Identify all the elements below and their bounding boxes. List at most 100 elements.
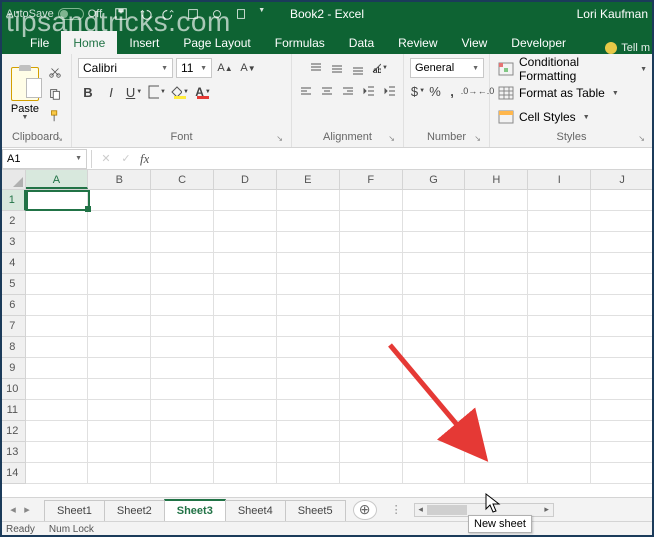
underline-button[interactable]: U▼	[124, 82, 144, 102]
sheet-tab[interactable]: Sheet1	[44, 500, 105, 521]
cell[interactable]	[277, 442, 340, 463]
row-header[interactable]: 14	[0, 463, 26, 484]
scroll-right-icon[interactable]: ▸	[541, 504, 553, 515]
column-header[interactable]: J	[591, 170, 654, 189]
cell[interactable]	[214, 232, 277, 253]
cell[interactable]	[26, 295, 89, 316]
cell[interactable]	[340, 463, 403, 484]
formula-bar-input[interactable]	[149, 149, 654, 169]
column-header[interactable]: D	[214, 170, 277, 189]
cell[interactable]	[151, 190, 214, 211]
cell[interactable]	[340, 400, 403, 421]
tab-formulas[interactable]: Formulas	[263, 31, 337, 54]
cell[interactable]	[403, 421, 466, 442]
cell[interactable]	[465, 232, 528, 253]
column-header[interactable]: G	[403, 170, 466, 189]
cell[interactable]	[340, 295, 403, 316]
cell[interactable]	[88, 316, 151, 337]
format-as-table-button[interactable]: Format as Table▼	[498, 82, 619, 104]
qat-icon[interactable]	[186, 7, 200, 21]
cell[interactable]	[214, 421, 277, 442]
cell[interactable]	[340, 442, 403, 463]
cell[interactable]	[591, 463, 654, 484]
cell[interactable]	[214, 463, 277, 484]
cell[interactable]	[26, 400, 89, 421]
percent-format-icon[interactable]: %	[427, 81, 443, 101]
name-box[interactable]: A1▼	[2, 149, 87, 169]
row-header[interactable]: 11	[0, 400, 26, 421]
cell[interactable]	[528, 316, 591, 337]
cell[interactable]	[277, 232, 340, 253]
column-header[interactable]: B	[88, 170, 151, 189]
comma-format-icon[interactable]: ,	[444, 81, 460, 101]
tab-review[interactable]: Review	[386, 31, 449, 54]
cell[interactable]	[528, 211, 591, 232]
format-painter-icon[interactable]	[46, 107, 64, 125]
cell[interactable]	[403, 190, 466, 211]
cell[interactable]	[591, 253, 654, 274]
cell[interactable]	[528, 190, 591, 211]
scroll-left-icon[interactable]: ◂	[415, 504, 427, 515]
cell[interactable]	[465, 316, 528, 337]
cell[interactable]	[88, 211, 151, 232]
cell[interactable]	[591, 295, 654, 316]
cell[interactable]	[403, 232, 466, 253]
cell[interactable]	[214, 400, 277, 421]
cell[interactable]	[528, 358, 591, 379]
cell[interactable]	[528, 337, 591, 358]
increase-decimal-icon[interactable]: .0→	[461, 81, 477, 101]
tab-data[interactable]: Data	[337, 31, 386, 54]
sheet-tab[interactable]: Sheet5	[285, 500, 346, 521]
user-name[interactable]: Lori Kaufman	[577, 7, 648, 21]
align-bottom-icon[interactable]	[348, 58, 368, 78]
cell[interactable]	[26, 316, 89, 337]
cell[interactable]	[214, 316, 277, 337]
row-header[interactable]: 5	[0, 274, 26, 295]
cell[interactable]	[88, 190, 151, 211]
cell[interactable]	[591, 421, 654, 442]
cell[interactable]	[465, 442, 528, 463]
cell[interactable]	[528, 232, 591, 253]
cell[interactable]	[151, 211, 214, 232]
qat-icon[interactable]	[234, 7, 248, 21]
cell[interactable]	[591, 211, 654, 232]
decrease-font-icon[interactable]: A▼	[238, 58, 258, 78]
tab-insert[interactable]: Insert	[117, 31, 171, 54]
accounting-format-icon[interactable]: $▼	[410, 81, 426, 101]
cell[interactable]	[88, 421, 151, 442]
fx-icon[interactable]: fx	[136, 151, 149, 167]
cell[interactable]	[465, 253, 528, 274]
column-header[interactable]: I	[528, 170, 591, 189]
cell[interactable]	[151, 400, 214, 421]
row-header[interactable]: 13	[0, 442, 26, 463]
column-header[interactable]: A	[26, 170, 89, 189]
cell[interactable]	[26, 211, 89, 232]
row-header[interactable]: 8	[0, 337, 26, 358]
cell[interactable]	[403, 463, 466, 484]
tab-developer[interactable]: Developer	[499, 31, 578, 54]
cell[interactable]	[151, 253, 214, 274]
cell[interactable]	[340, 232, 403, 253]
cell[interactable]	[214, 379, 277, 400]
copy-icon[interactable]	[46, 85, 64, 103]
cell[interactable]	[277, 400, 340, 421]
align-top-icon[interactable]	[306, 58, 326, 78]
border-button[interactable]: ▼	[147, 82, 167, 102]
cell[interactable]	[528, 295, 591, 316]
cell[interactable]	[528, 253, 591, 274]
cell[interactable]	[591, 400, 654, 421]
cell[interactable]	[151, 232, 214, 253]
cell[interactable]	[277, 253, 340, 274]
cell[interactable]	[403, 400, 466, 421]
new-sheet-button[interactable]: ⊕	[353, 500, 377, 520]
cell[interactable]	[214, 337, 277, 358]
cell[interactable]	[591, 337, 654, 358]
cell[interactable]	[26, 463, 89, 484]
cell[interactable]	[26, 274, 89, 295]
cell[interactable]	[591, 379, 654, 400]
cell[interactable]	[403, 295, 466, 316]
cell[interactable]	[214, 358, 277, 379]
row-header[interactable]: 1	[0, 190, 26, 211]
cell[interactable]	[26, 442, 89, 463]
select-all-button[interactable]	[0, 170, 26, 189]
